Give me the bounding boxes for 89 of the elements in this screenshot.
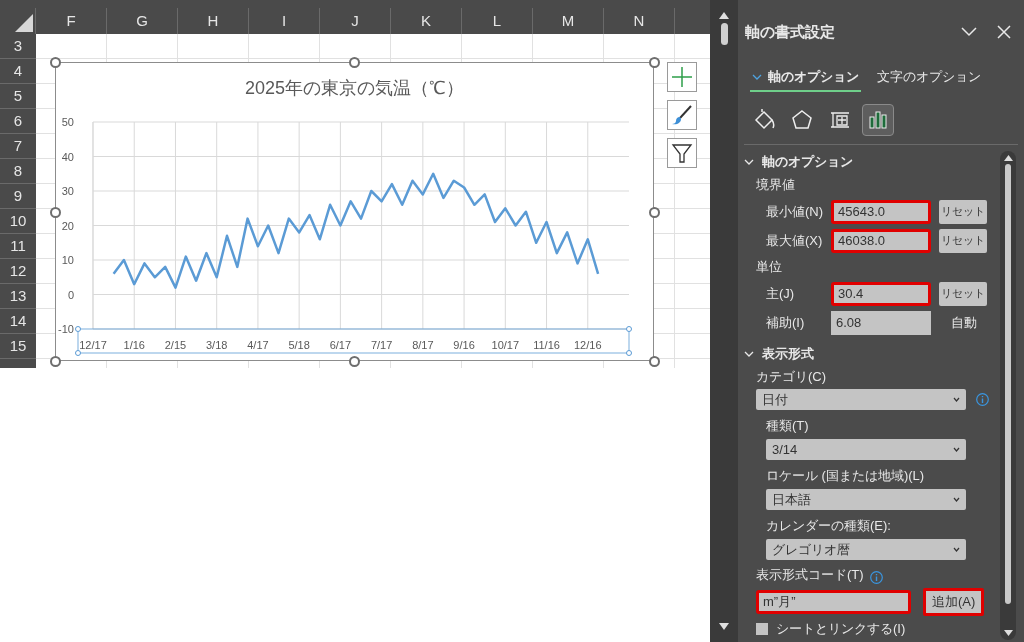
chevron-down-icon bbox=[752, 73, 762, 81]
field-label: 主(J) bbox=[766, 284, 796, 303]
group-label: 境界値 bbox=[756, 176, 795, 195]
filter-icon bbox=[671, 142, 693, 164]
add-chart-element-button[interactable] bbox=[667, 62, 697, 92]
number-field[interactable]: 30.4 bbox=[831, 281, 931, 306]
y-axis-label: 30 bbox=[61, 185, 74, 197]
y-axis-label: 40 bbox=[61, 150, 74, 163]
x-axis-label: 9/16 bbox=[453, 339, 475, 351]
add-button[interactable]: 追加(A) bbox=[923, 588, 985, 616]
dropdown[interactable]: 日本語 bbox=[766, 489, 966, 510]
y-axis-label: 50 bbox=[61, 116, 74, 128]
field-label: カレンダーの種類(E): bbox=[766, 516, 892, 535]
chart-style-button[interactable] bbox=[667, 100, 697, 130]
resize-handle[interactable] bbox=[50, 356, 61, 367]
caret-icon bbox=[953, 547, 960, 552]
scroll-thumb[interactable] bbox=[1005, 164, 1011, 604]
section-header[interactable]: 軸のオプション bbox=[744, 151, 994, 173]
caret-icon bbox=[953, 447, 960, 452]
pane-title: 軸の書式設定 bbox=[745, 21, 836, 42]
chevron-down-icon bbox=[961, 27, 977, 37]
number-field[interactable]: 6.08 bbox=[831, 310, 931, 335]
caret-icon bbox=[953, 397, 960, 402]
chevron-down-icon bbox=[744, 350, 754, 358]
brush-icon bbox=[671, 104, 693, 126]
scroll-down-icon[interactable] bbox=[719, 623, 729, 630]
resize-handle[interactable] bbox=[349, 356, 360, 367]
y-axis-label: -10 bbox=[58, 323, 74, 335]
y-axis-label: 10 bbox=[61, 254, 74, 266]
caret-icon bbox=[953, 497, 960, 502]
chart-filter-button[interactable] bbox=[667, 138, 697, 168]
pane-tab[interactable]: 文字のオプション bbox=[875, 64, 983, 92]
format-code-field[interactable]: m”月” bbox=[756, 590, 911, 614]
scroll-up-icon[interactable] bbox=[719, 12, 729, 19]
number-field[interactable]: 46038.0 bbox=[831, 228, 931, 253]
field-label: 表示形式コード(T) bbox=[756, 565, 864, 584]
field-label: カテゴリ(C) bbox=[756, 368, 828, 387]
auto-label: 自動 bbox=[951, 313, 977, 332]
resize-handle[interactable] bbox=[50, 207, 61, 218]
checkbox[interactable] bbox=[756, 623, 768, 635]
reset-button[interactable]: リセット bbox=[939, 281, 987, 306]
x-axis-label: 8/17 bbox=[412, 339, 434, 351]
chart-title: 2025年の東京の気温（℃） bbox=[243, 77, 465, 100]
group-label: 単位 bbox=[756, 258, 782, 277]
x-axis-label: 11/16 bbox=[533, 339, 560, 351]
chart-area[interactable]: 2025年の東京の気温（℃） -10 0 10 20 30 40 50 12/17 1/16 2/15 3/18 4/17 5/18 6/17 7/17 8/17 9/16 10/17 11/16 12/16 bbox=[55, 62, 654, 361]
close-icon bbox=[997, 25, 1011, 39]
resize-handle[interactable] bbox=[50, 57, 61, 68]
resize-handle[interactable] bbox=[649, 207, 660, 218]
x-axis-label: 10/17 bbox=[491, 339, 520, 351]
x-axis-label: 1/16 bbox=[123, 339, 145, 351]
section-header[interactable]: 表示形式 bbox=[744, 343, 994, 365]
field-label: 最小値(N) bbox=[766, 202, 825, 221]
dropdown[interactable]: 日付 bbox=[756, 389, 966, 410]
scrollbar[interactable] bbox=[1000, 151, 1016, 640]
field-label: 種類(T) bbox=[766, 416, 810, 435]
bar-chart-icon[interactable] bbox=[862, 104, 894, 136]
dropdown[interactable]: グレゴリオ暦 bbox=[766, 539, 966, 560]
field-label: ロケール (国または地域)(L) bbox=[766, 466, 926, 485]
number-field[interactable]: 45643.0 bbox=[831, 199, 931, 224]
reset-button[interactable]: リセット bbox=[939, 228, 987, 253]
checkbox-label: シートとリンクする(I) bbox=[776, 620, 906, 639]
pane-tab[interactable]: 軸のオプション bbox=[750, 64, 861, 92]
x-axis-label: 5/18 bbox=[288, 339, 310, 351]
scroll-up-icon[interactable] bbox=[1003, 155, 1013, 161]
scrollbar[interactable] bbox=[710, 0, 738, 642]
x-axis-label: 6/17 bbox=[329, 339, 352, 351]
reset-button[interactable]: リセット bbox=[939, 199, 987, 224]
scroll-down-icon[interactable] bbox=[1003, 630, 1013, 636]
x-axis-label: 2/15 bbox=[164, 339, 187, 351]
y-axis-label: 0 bbox=[67, 288, 74, 301]
resize-handle[interactable] bbox=[349, 57, 360, 68]
x-axis-label: 7/17 bbox=[370, 339, 393, 351]
scroll-thumb[interactable] bbox=[720, 23, 728, 45]
dropdown[interactable]: 3/14 bbox=[766, 439, 966, 460]
y-axis-label: 20 bbox=[61, 219, 74, 232]
x-axis-label: 3/18 bbox=[206, 339, 228, 351]
info-icon bbox=[976, 393, 989, 406]
select-all-icon[interactable] bbox=[15, 14, 33, 32]
resize-handle[interactable] bbox=[649, 57, 660, 68]
x-axis-label: 12/16 bbox=[574, 339, 602, 351]
resize-handle[interactable] bbox=[649, 356, 660, 367]
plus-icon bbox=[671, 66, 693, 88]
field-label: 最大値(X) bbox=[766, 231, 824, 250]
info-icon bbox=[869, 571, 883, 584]
x-axis-label: 4/17 bbox=[247, 339, 269, 351]
chevron-down-icon bbox=[744, 158, 754, 166]
x-axis-label: 12/17 bbox=[79, 339, 107, 351]
field-label: 補助(I) bbox=[766, 313, 806, 332]
